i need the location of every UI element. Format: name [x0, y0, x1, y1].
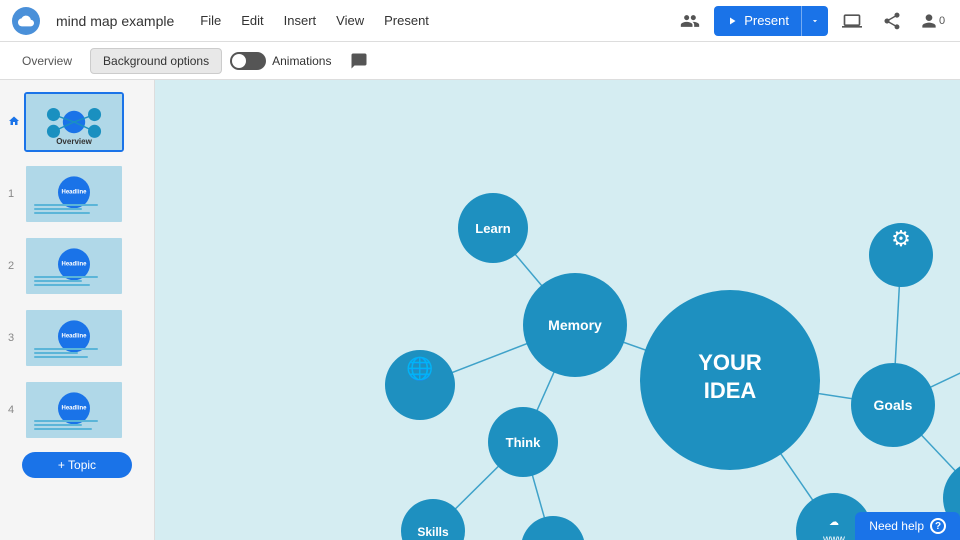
slide-3-thumb[interactable]: Headline [24, 308, 124, 368]
share-icon[interactable] [876, 5, 908, 37]
main-layout: Overview 1 Headline 2 [0, 80, 960, 540]
sidebar-slide-1[interactable]: 1 Headline [0, 160, 154, 228]
chat-icon[interactable] [343, 45, 375, 77]
svg-text:☁: ☁ [829, 517, 839, 528]
slide-3-num: 3 [8, 332, 18, 344]
toolbar: Overview Background options Animations [0, 42, 960, 80]
nav-edit[interactable]: Edit [241, 13, 263, 28]
canvas-area[interactable]: YOUR IDEA Memory Learn Think Skills Shar… [155, 80, 960, 540]
slide-4-num: 4 [8, 404, 18, 416]
svg-text:IDEA: IDEA [704, 378, 757, 403]
app-icon [12, 7, 40, 35]
slide-1-num: 1 [8, 188, 18, 200]
mindmap-svg: YOUR IDEA Memory Learn Think Skills Shar… [155, 80, 960, 540]
account-icon[interactable]: 0 [916, 5, 948, 37]
screen-icon[interactable] [836, 5, 868, 37]
sidebar-slide-4[interactable]: 4 Headline [0, 376, 154, 444]
sidebar-slide-3[interactable]: 3 Headline [0, 304, 154, 372]
sidebar-slide-2[interactable]: 2 Headline [0, 232, 154, 300]
animations-toggle[interactable] [230, 52, 266, 70]
need-help-label: Need help [869, 519, 924, 533]
add-topic-button[interactable]: + Topic [22, 452, 132, 478]
background-options-button[interactable]: Background options [90, 48, 222, 74]
overview-tab[interactable]: Overview [12, 50, 82, 72]
topbar: mind map example File Edit Insert View P… [0, 0, 960, 42]
svg-text:Think: Think [506, 435, 541, 450]
present-button[interactable]: Present [714, 6, 828, 36]
collaborate-icon[interactable] [674, 5, 706, 37]
help-icon: ? [930, 518, 946, 534]
nav-file[interactable]: File [200, 13, 221, 28]
svg-text:Goals: Goals [874, 397, 913, 413]
animations-toggle-area: Animations [230, 52, 331, 70]
overview-thumb[interactable]: Overview [24, 92, 124, 152]
svg-text:www: www [822, 534, 845, 540]
nav-view[interactable]: View [336, 13, 364, 28]
toggle-thumb [232, 54, 246, 68]
svg-text:Skills: Skills [417, 525, 449, 539]
svg-text:YOUR: YOUR [698, 350, 762, 375]
nav-present[interactable]: Present [384, 13, 429, 28]
animations-label: Animations [272, 54, 331, 68]
svg-text:Memory: Memory [548, 317, 602, 333]
sidebar: Overview 1 Headline 2 [0, 80, 155, 540]
svg-text:🌐: 🌐 [406, 356, 433, 381]
share-node[interactable] [521, 516, 585, 540]
need-help-button[interactable]: Need help ? [855, 512, 960, 540]
home-icon [8, 115, 18, 130]
svg-text:Learn: Learn [475, 221, 510, 236]
slide-1-thumb[interactable]: Headline [24, 164, 124, 224]
svg-text:⚙: ⚙ [891, 226, 911, 251]
sidebar-overview-item[interactable]: Overview [0, 88, 154, 156]
nav-menu: File Edit Insert View Present [200, 13, 429, 28]
overview-slide-label: Overview [56, 137, 92, 146]
app-title: mind map example [56, 13, 174, 29]
slide-2-thumb[interactable]: Headline [24, 236, 124, 296]
nav-insert[interactable]: Insert [284, 13, 317, 28]
slide-2-num: 2 [8, 260, 18, 272]
slide-4-thumb[interactable]: Headline [24, 380, 124, 440]
present-dropdown[interactable] [802, 6, 828, 36]
